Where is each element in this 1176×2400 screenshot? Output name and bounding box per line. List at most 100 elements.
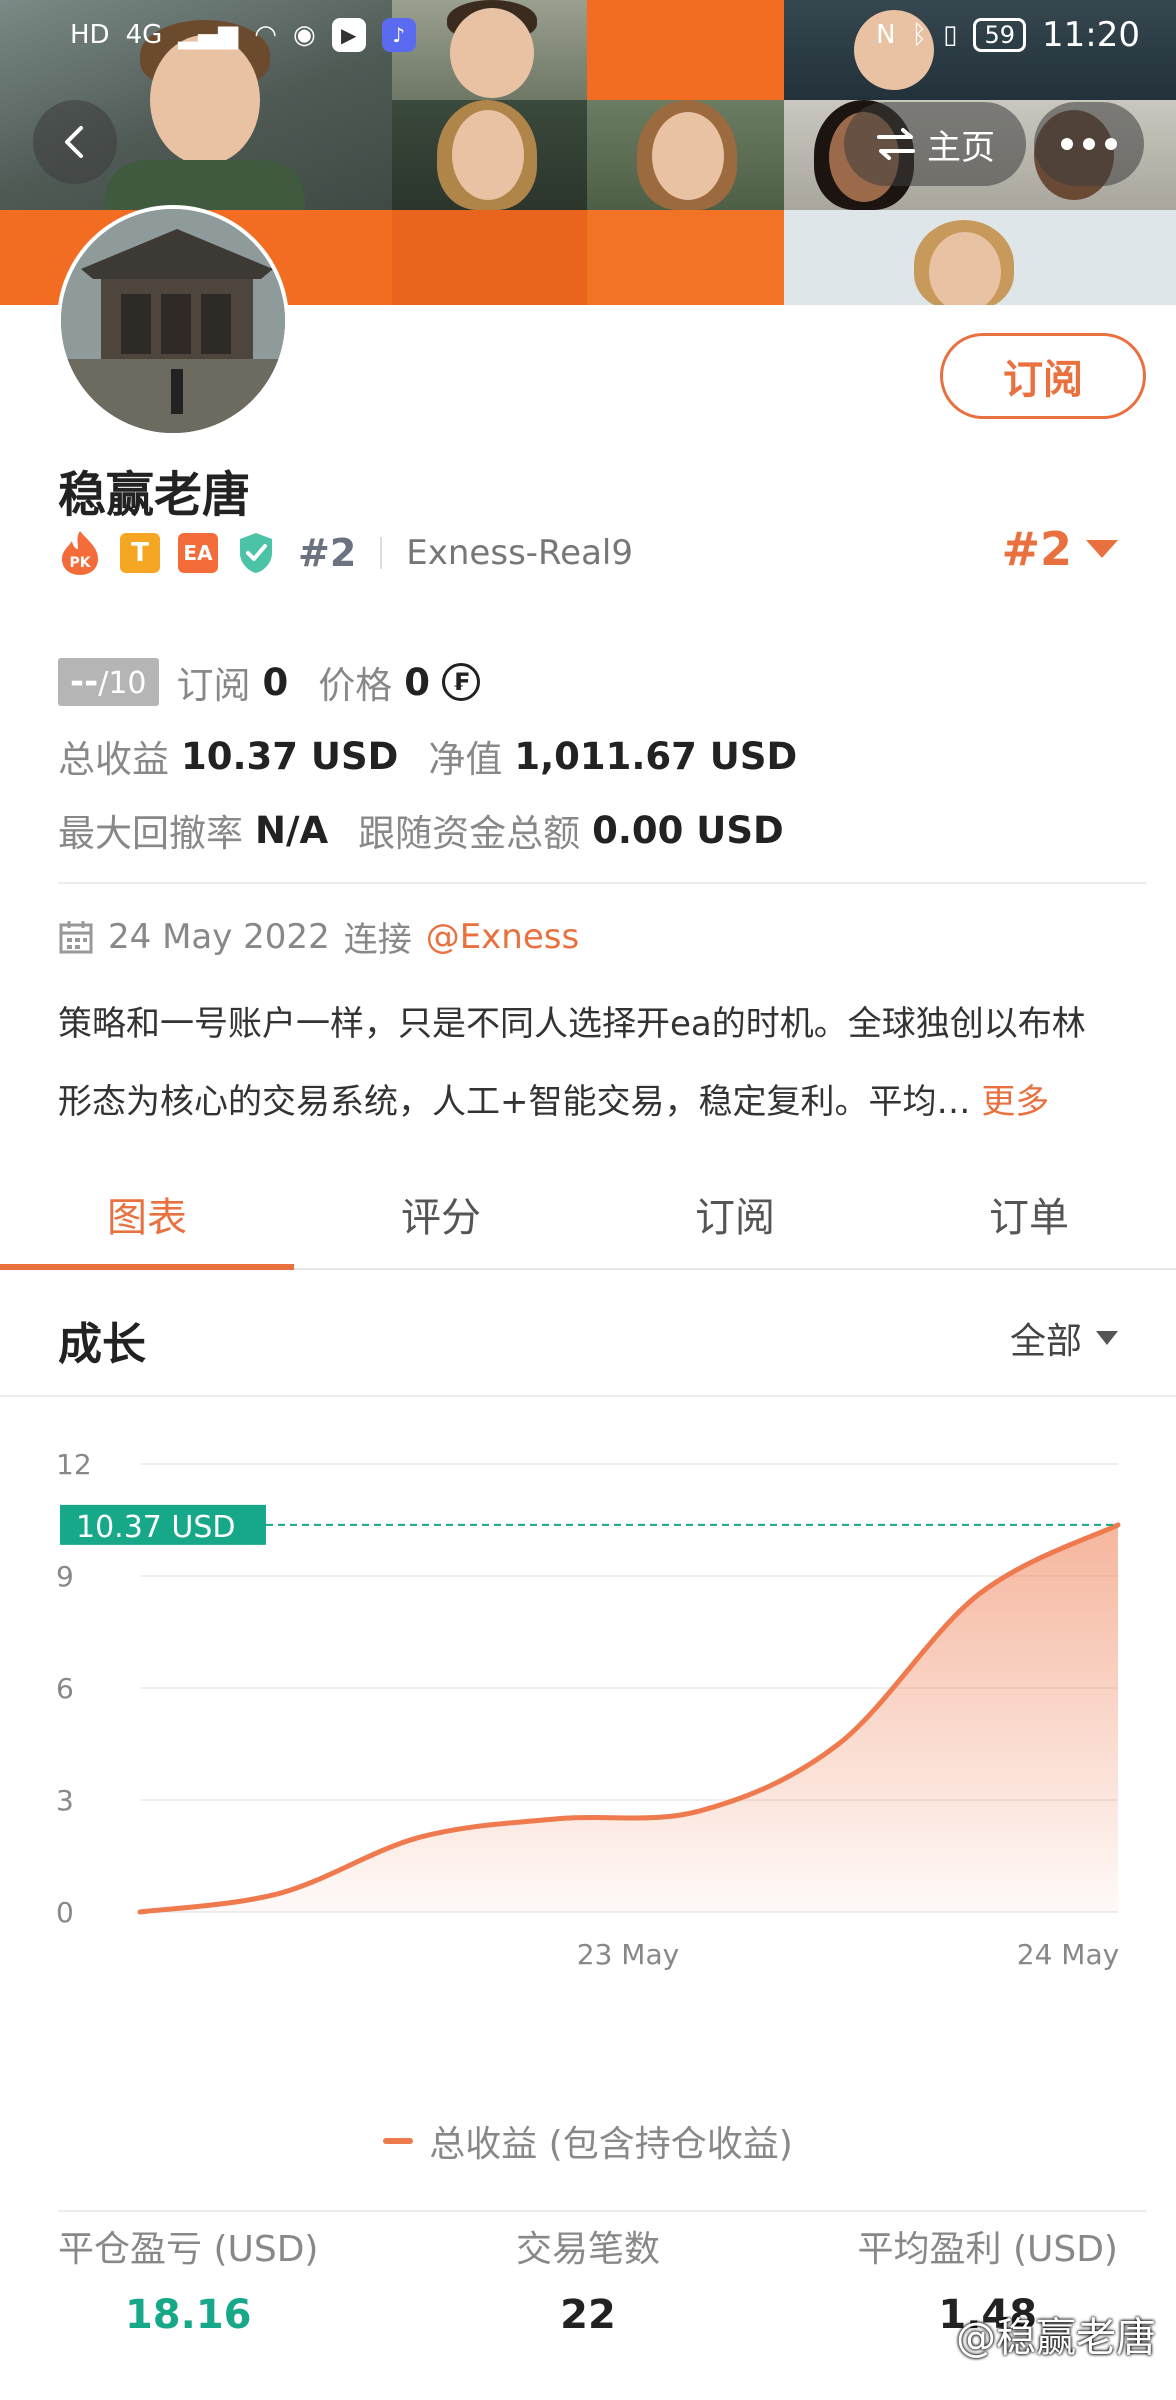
- max-drawdown-label: 最大回撤率: [58, 812, 243, 855]
- y-tick-label: 3: [56, 1784, 74, 1817]
- verified-shield-icon[interactable]: [236, 531, 276, 575]
- divider: [58, 2210, 1146, 2212]
- rank-big: #2: [1001, 522, 1072, 576]
- t-badge[interactable]: T: [120, 533, 160, 573]
- stats-row-score: --/10 订阅 0 价格 0 ₣: [58, 645, 797, 719]
- tab-subscribe[interactable]: 订阅: [588, 1160, 882, 1268]
- pk-badge-text: PK: [69, 555, 91, 571]
- ea-badge[interactable]: EA: [178, 533, 218, 573]
- more-dot-icon: [1061, 138, 1073, 150]
- score-value: --: [70, 662, 99, 702]
- music-app-icon: ♪: [381, 18, 416, 52]
- range-filter[interactable]: 全部: [1010, 1312, 1120, 1364]
- follow-funds-label: 跟随资金总额: [358, 812, 581, 855]
- watermark-text: @稳赢老唐: [956, 2315, 1156, 2361]
- wifi-icon: ◠: [254, 20, 277, 50]
- chart-legend[interactable]: 总收益 (包含持仓收益): [0, 2115, 1176, 2167]
- connection-date: 24 May 2022: [108, 916, 330, 957]
- bluetooth-icon: ᛒ: [911, 20, 928, 50]
- description-line: 形态为核心的交易系统，人工+智能交易，稳定复利。平均…: [58, 1082, 971, 1122]
- trader-name: 稳赢老唐: [58, 467, 251, 523]
- subscribe-button[interactable]: 订阅: [940, 333, 1146, 419]
- price-value: 0: [404, 660, 431, 704]
- broker-link[interactable]: @Exness: [426, 917, 580, 957]
- more-link[interactable]: 更多: [981, 1082, 1049, 1122]
- watermark: @稳赢老唐: [956, 2305, 1156, 2363]
- total-profit-value: 10.37 USD: [181, 734, 399, 778]
- avatar[interactable]: [57, 205, 289, 437]
- tab-orders[interactable]: 订单: [882, 1160, 1176, 1268]
- x-tick-label: 23 May: [577, 1938, 679, 1971]
- clock: 11:20: [1042, 15, 1140, 55]
- divider: [380, 537, 383, 569]
- home-button[interactable]: 主页: [844, 102, 1026, 186]
- hd-indicator: HD: [70, 20, 110, 50]
- stat-label: 平仓盈亏 (USD): [58, 2229, 319, 2270]
- badge-row: PK T EA #2 Exness-Real9: [58, 528, 633, 578]
- x-tick-label: 24 May: [1017, 1938, 1119, 1971]
- back-button[interactable]: [33, 100, 117, 184]
- more-dot-icon: [1083, 138, 1095, 150]
- subscribers-label: 订阅: [176, 664, 251, 707]
- trade-count-stat: 交易笔数 22: [516, 2220, 660, 2400]
- vibrate-icon: ▯: [943, 20, 958, 50]
- connection-label: 连接: [343, 920, 412, 960]
- description-line-2: 形态为核心的交易系统，人工+智能交易，稳定复利。平均… 更多: [58, 1063, 1148, 1141]
- rank-small: #2: [298, 531, 357, 575]
- more-options-button[interactable]: [1034, 102, 1144, 186]
- y-tick-label: 6: [56, 1672, 74, 1705]
- network-type: 4G: [125, 20, 163, 50]
- growth-area: [140, 1524, 1118, 1912]
- stat-value: 18.16: [124, 2292, 252, 2338]
- growth-section-header: 成长 全部: [0, 1272, 1176, 1397]
- status-right: N ᛒ ▯ 59 11:20: [876, 15, 1140, 55]
- filter-label: 全部: [1009, 1321, 1082, 1362]
- score-max: /10: [98, 666, 147, 701]
- stat-label: 交易笔数: [515, 2229, 660, 2270]
- divider: [58, 882, 1146, 884]
- subscribers-value: 0: [262, 660, 289, 704]
- equity-value: 1,011.67 USD: [514, 734, 798, 778]
- rank-selector[interactable]: #2: [1001, 522, 1120, 576]
- eye-icon: ◉: [292, 20, 316, 50]
- avatar-photo: [61, 209, 285, 433]
- calendar-icon: [59, 920, 93, 953]
- section-title: 成长: [58, 1319, 146, 1370]
- y-tick-label: 12: [56, 1448, 92, 1481]
- growth-chart: 0 3 6 9 12 10.37 USD 23 May 24 May: [0, 1400, 1176, 1990]
- stats-row-profit: 总收益 10.37 USD 净值 1,011.67 USD: [58, 719, 797, 793]
- status-left: HD 4G ▂▄▆ ◠ ◉ ▶ ♪: [70, 18, 416, 52]
- pk-fire-badge-icon[interactable]: PK: [58, 529, 102, 577]
- stat-value: 22: [560, 2292, 616, 2338]
- legend-label: 总收益 (包含持仓收益): [429, 2124, 793, 2165]
- coin-icon: ₣: [442, 663, 481, 701]
- more-dot-icon: [1105, 138, 1117, 150]
- y-tick-label: 9: [56, 1560, 74, 1593]
- caret-down-icon: [1086, 540, 1118, 558]
- cover-photo: [587, 100, 784, 210]
- cover-photo: [392, 210, 587, 305]
- broker-account: Exness-Real9: [406, 533, 633, 573]
- tab-rating[interactable]: 评分: [294, 1160, 588, 1268]
- y-tick-label: 0: [56, 1896, 74, 1929]
- connection-info: 24 May 2022 连接 @Exness: [58, 912, 579, 961]
- max-drawdown-value: N/A: [255, 808, 329, 852]
- total-profit-label: 总收益: [58, 738, 169, 781]
- cover-photo: [587, 210, 784, 305]
- battery-indicator: 59: [973, 18, 1027, 52]
- current-value-label: 10.37 USD: [76, 1510, 236, 1545]
- home-label: 主页: [927, 127, 995, 168]
- stats-block: --/10 订阅 0 价格 0 ₣ 总收益 10.37 USD 净值 1,011…: [58, 645, 797, 867]
- stat-label: 平均盈利 (USD): [857, 2229, 1118, 2270]
- cover-photo: [392, 100, 587, 210]
- legend-swatch: [383, 2138, 414, 2144]
- tab-chart[interactable]: 图表: [0, 1160, 294, 1270]
- app-notification-icon: ▶: [331, 18, 366, 52]
- growth-chart-svg: 0 3 6 9 12 10.37 USD 23 May 24 May: [56, 1448, 1121, 1971]
- equity-label: 净值: [428, 738, 503, 781]
- switch-icon: [877, 128, 915, 160]
- closed-pnl-stat: 平仓盈亏 (USD) 18.16: [58, 2220, 318, 2400]
- strategy-description: 策略和一号账户一样，只是不同人选择开ea的时机。全球独创以布林 形态为核心的交易…: [58, 985, 1148, 1141]
- cover-photo: [784, 210, 1176, 305]
- tab-bar: 图表 评分 订阅 订单: [0, 1160, 1176, 1270]
